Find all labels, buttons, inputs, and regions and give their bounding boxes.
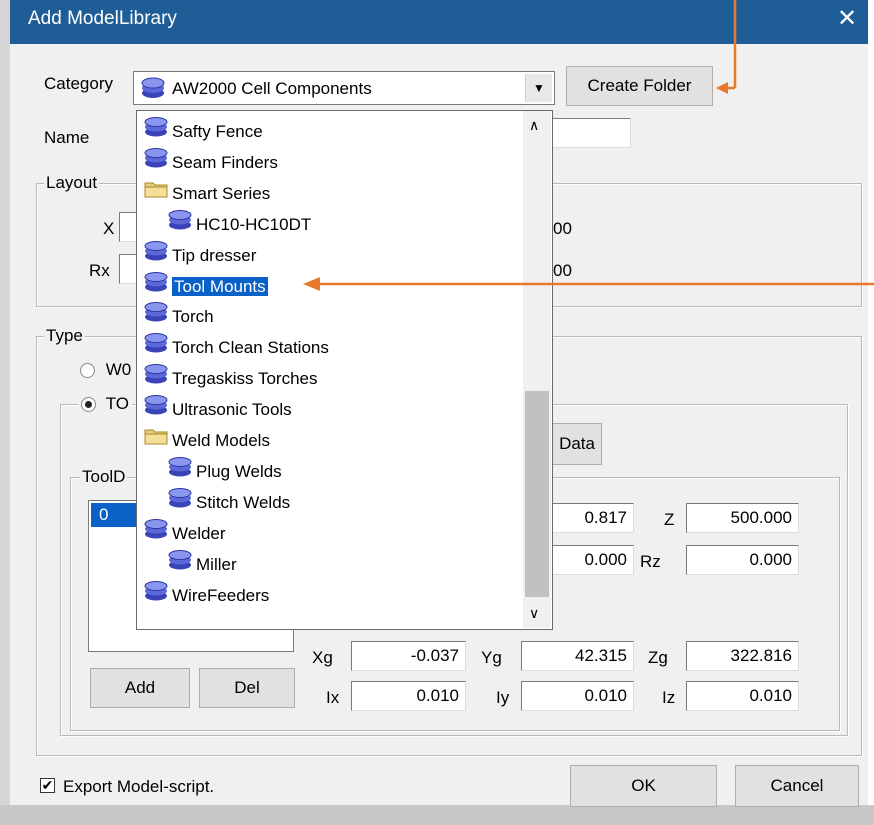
annotation-arrow-tool-mounts [303, 277, 874, 291]
annotation-arrow-right [716, 0, 737, 94]
annotation-arrows [303, 0, 874, 291]
